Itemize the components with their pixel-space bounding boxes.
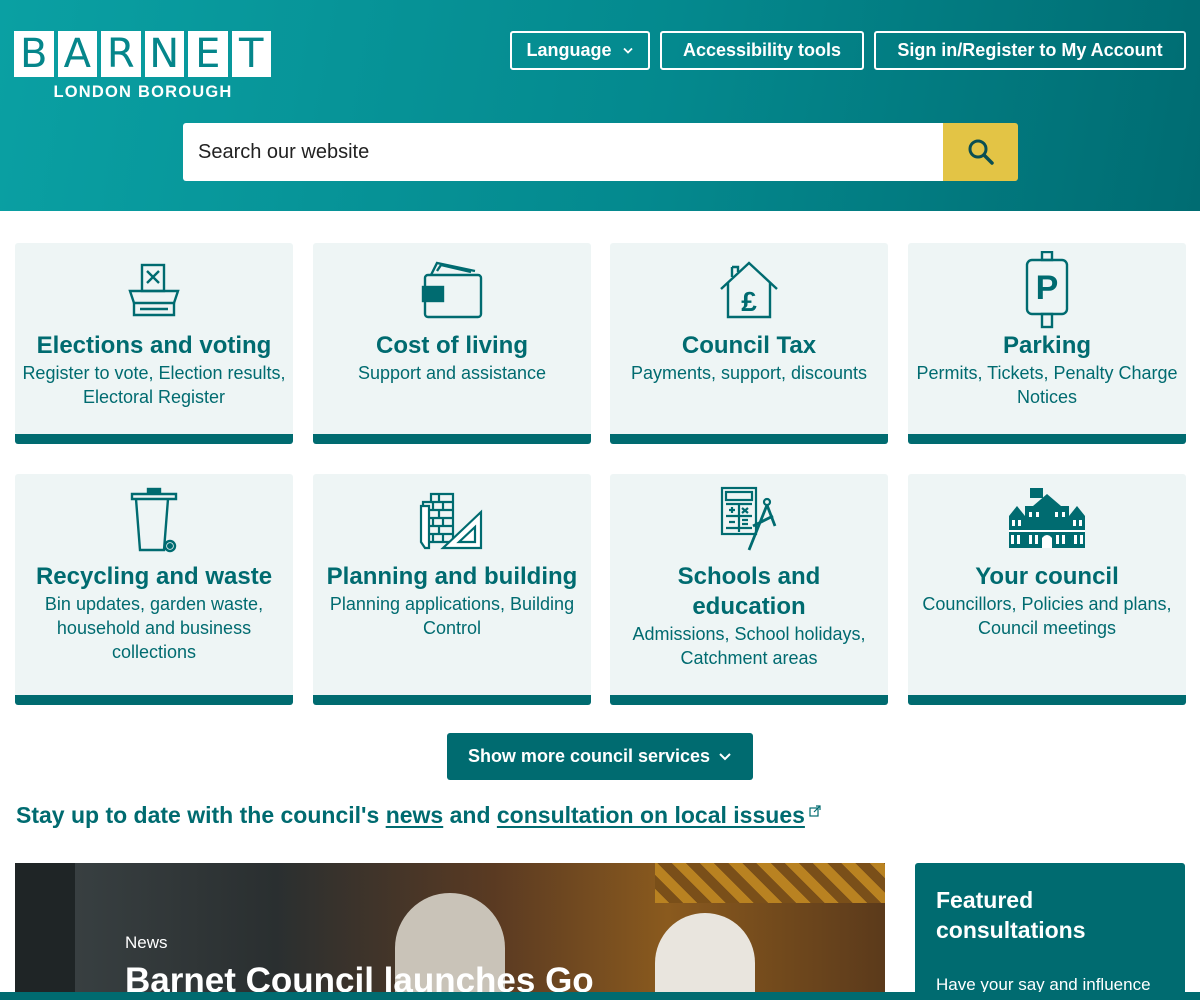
show-more-services-button[interactable]: Show more council services	[447, 733, 753, 780]
logo-wordmark: B A R N E T	[14, 31, 272, 77]
accessibility-label: Accessibility tools	[682, 40, 842, 60]
accessibility-tools-button[interactable]: Accessibility tools	[660, 31, 864, 70]
service-title: Cost of living	[376, 332, 528, 359]
logo-letter: E	[188, 31, 228, 77]
service-title: Elections and voting	[36, 332, 272, 359]
news-photo-figure	[655, 913, 755, 1000]
service-card-council-tax[interactable]: £ Council Tax Payments, support, discoun…	[610, 243, 888, 444]
stay-updated-prefix: Stay up to date with the council's	[16, 802, 380, 828]
language-button[interactable]: Language	[510, 31, 650, 70]
service-description: Payments, support, discounts	[630, 363, 868, 383]
news-photo-pattern	[655, 863, 885, 903]
service-title: Schools and education	[677, 563, 821, 620]
service-description: Permits, Tickets, Penalty Charge Notices	[916, 363, 1178, 407]
news-link[interactable]: news	[386, 802, 444, 828]
consultation-link[interactable]: consultation on local issues	[497, 802, 805, 828]
service-title: Your council	[975, 563, 1119, 590]
sign-in-button[interactable]: Sign in/Register to My Account	[874, 31, 1186, 70]
svg-text:£: £	[741, 286, 757, 317]
service-card-parking[interactable]: P Parking Permits, Tickets, Penalty Char…	[908, 243, 1186, 444]
service-card-recycling[interactable]: Recycling and waste Bin updates, garden …	[15, 474, 293, 705]
show-more-label: Show more council services	[467, 746, 711, 766]
news-hero[interactable]: News Barnet Council launches Go	[15, 863, 885, 1000]
logo-letter: N	[144, 31, 184, 77]
site-search: Search our website	[183, 123, 1018, 181]
news-photo-shadow	[15, 863, 75, 1000]
wheelie-bin-icon	[15, 486, 293, 554]
bricks-ruler-icon	[313, 492, 591, 552]
service-description: Register to vote, Election results, Elec…	[22, 363, 286, 407]
logo-letter: R	[101, 31, 141, 77]
house-pound-icon: £	[610, 259, 888, 319]
service-title: Council Tax	[681, 332, 817, 359]
service-description: Admissions, School holidays, Catchment a…	[632, 624, 866, 668]
parking-sign-icon: P	[908, 251, 1186, 331]
featured-consultations-panel: Featured consultations Have your say and…	[915, 863, 1185, 1000]
logo-letter: A	[57, 31, 97, 77]
calculator-compass-icon	[610, 486, 888, 554]
service-card-cost-of-living[interactable]: Cost of living Support and assistance	[313, 243, 591, 444]
service-title: Recycling and waste	[35, 563, 273, 590]
service-card-planning[interactable]: Planning and building Planning applicati…	[313, 474, 591, 705]
service-description: Planning applications, Building Control	[329, 594, 575, 638]
sign-in-label: Sign in/Register to My Account	[897, 40, 1163, 60]
logo-letter: T	[231, 31, 271, 77]
stay-updated-heading: Stay up to date with the council's news …	[16, 802, 821, 829]
search-icon	[968, 139, 994, 165]
chevron-down-icon	[622, 47, 633, 54]
chevron-down-icon	[719, 753, 731, 761]
featured-title: Featured consultations	[936, 887, 1086, 943]
service-title: Planning and building	[326, 563, 578, 590]
search-input[interactable]: Search our website	[183, 123, 943, 181]
barnet-logo[interactable]: B A R N E T LONDON BOROUGH	[14, 31, 272, 103]
ballot-box-icon	[15, 259, 293, 319]
search-button[interactable]	[943, 123, 1018, 181]
service-title: Parking	[1002, 332, 1092, 359]
logo-subtitle: LONDON BOROUGH	[53, 83, 233, 101]
service-card-your-council[interactable]: Your council Councillors, Policies and p…	[908, 474, 1186, 705]
service-card-elections[interactable]: Elections and voting Register to vote, E…	[15, 243, 293, 444]
stay-updated-middle: and	[449, 802, 491, 828]
service-description: Support and assistance	[357, 363, 547, 383]
service-card-schools[interactable]: Schools and education Admissions, School…	[610, 474, 888, 705]
site-header: B A R N E T LONDON BOROUGH Language Acce…	[0, 0, 1200, 211]
svg-text:P: P	[1036, 269, 1059, 307]
logo-letter: B	[14, 31, 54, 77]
bottom-bar	[0, 992, 1200, 1000]
wallet-icon	[313, 259, 591, 319]
news-tag: News	[125, 933, 168, 952]
service-description: Bin updates, garden waste, household and…	[44, 594, 264, 662]
service-description: Councillors, Policies and plans, Council…	[922, 594, 1172, 638]
language-label: Language	[526, 40, 612, 60]
town-hall-icon	[908, 486, 1186, 554]
external-link-icon	[809, 805, 821, 817]
